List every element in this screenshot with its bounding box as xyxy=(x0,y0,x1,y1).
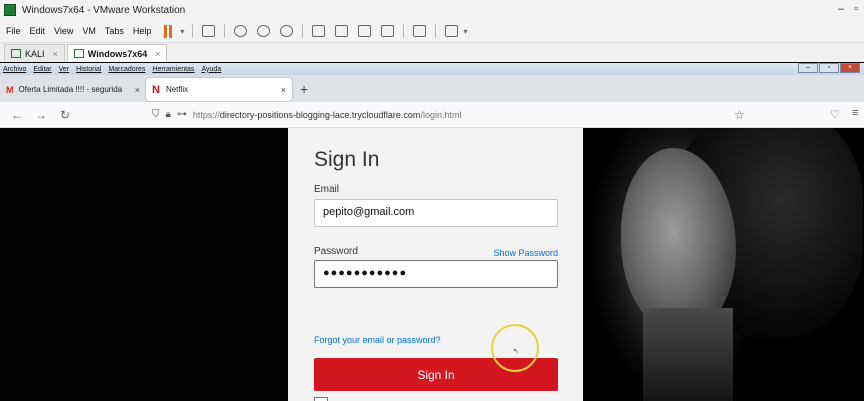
password-label: Password xyxy=(314,246,358,257)
vm-tab-label: KALI xyxy=(25,48,45,59)
vm-icon xyxy=(73,49,84,58)
url-protocol: https:// xyxy=(192,109,220,120)
hero-portrait-image xyxy=(583,128,864,401)
url-path: /login.html xyxy=(420,109,462,120)
browser-tab-strip: M Oferta Limitada !!!! - segurida × N Ne… xyxy=(0,75,864,102)
new-tab-button[interactable]: + xyxy=(300,81,308,97)
email-field[interactable]: pepito@gmail.com xyxy=(314,199,558,227)
stretch-icon[interactable] xyxy=(445,25,459,37)
site-info[interactable]: ⛉ 🔒︎ ⊶ xyxy=(152,109,187,120)
guest-menu-ver[interactable]: Ver xyxy=(59,66,70,73)
menu-tabs[interactable]: Tabs xyxy=(105,26,124,36)
pause-icon[interactable] xyxy=(164,24,174,38)
restore-icon[interactable]: ▫ xyxy=(854,3,858,15)
email-label: Email xyxy=(314,184,340,195)
browser-tab-oferta[interactable]: M Oferta Limitada !!!! - segurida × xyxy=(0,78,146,101)
chevron-down-icon[interactable]: ▾ xyxy=(180,27,184,36)
password-field[interactable]: ●●●●●●●●●●● xyxy=(314,260,558,288)
minimize-icon[interactable]: – xyxy=(838,3,844,15)
page-background xyxy=(0,128,288,401)
guest-menu-marcadores[interactable]: Marcadores xyxy=(108,66,145,73)
vmware-logo-icon xyxy=(4,4,16,16)
close-icon[interactable]: × xyxy=(281,85,286,95)
menu-file[interactable]: File xyxy=(6,26,21,36)
hamburger-menu-icon[interactable]: ≡ xyxy=(852,107,858,119)
hero-neck-shape xyxy=(643,308,733,401)
guest-window-controls: – ▫ × xyxy=(797,63,860,73)
toolbar-separator xyxy=(302,24,304,38)
forgot-password-link[interactable]: Forgot your email or password? xyxy=(314,335,441,345)
snapshot-manager-icon[interactable] xyxy=(280,25,294,37)
netflix-icon: N xyxy=(152,83,160,96)
lock-icon: 🔒︎ xyxy=(165,109,171,120)
menu-view[interactable]: View xyxy=(54,26,73,36)
vm-tab-label: Windows7x64 xyxy=(87,48,148,59)
close-icon[interactable]: × xyxy=(840,63,860,73)
back-icon[interactable]: ← xyxy=(10,108,24,122)
gmail-icon: M xyxy=(6,84,14,95)
guest-menu-editar[interactable]: Editar xyxy=(33,66,51,73)
browser-tab-netflix[interactable]: N Netflix × xyxy=(146,78,292,101)
vm-tab-kali[interactable]: KALI × xyxy=(4,44,65,62)
menu-edit[interactable]: Edit xyxy=(30,26,46,36)
browser-tab-label: Netflix xyxy=(165,85,189,94)
vmware-window-title: Windows7x64 - VMware Workstation xyxy=(22,4,186,16)
vmware-tab-strip: KALI × Windows7x64 × xyxy=(0,42,864,62)
signin-card: Sign In Email pepito@gmail.com Password … xyxy=(288,128,583,401)
unity-icon[interactable] xyxy=(381,25,395,37)
restore-icon[interactable]: ▫ xyxy=(819,63,839,73)
page-viewport: Sign In Email pepito@gmail.com Password … xyxy=(0,128,864,401)
navigation-bar: ← → ↻ ⛉ 🔒︎ ⊶ https://directory-positions… xyxy=(0,102,864,128)
toolbar-separator xyxy=(192,24,194,38)
vmware-menu-bar: File Edit View VM Tabs Help ▾ ▾ xyxy=(0,20,864,42)
revert-snapshot-icon[interactable] xyxy=(257,25,271,37)
mouse-cursor-icon: ↖ xyxy=(513,348,519,355)
bookmark-star-icon[interactable]: ☆ xyxy=(734,108,745,122)
send-keys-icon[interactable] xyxy=(202,25,216,37)
menu-help[interactable]: Help xyxy=(133,26,152,36)
thumbnail-icon[interactable] xyxy=(335,25,349,37)
guest-menu-herramientas[interactable]: Herramientas xyxy=(152,66,194,73)
vmware-title-bar: Windows7x64 - VMware Workstation – ▫ xyxy=(0,0,864,20)
pocket-icon[interactable]: ♡ xyxy=(830,108,840,121)
toolbar-separator xyxy=(224,24,226,38)
close-icon[interactable]: × xyxy=(135,85,140,95)
chevron-down-icon[interactable]: ▾ xyxy=(463,27,467,36)
window-controls: – ▫ xyxy=(838,3,858,15)
library-icon[interactable] xyxy=(312,25,326,37)
guest-menu-ayuda[interactable]: Ayuda xyxy=(201,66,221,73)
minimize-icon[interactable]: – xyxy=(798,63,818,73)
reload-icon[interactable]: ↻ xyxy=(58,108,72,122)
console-icon[interactable] xyxy=(413,25,427,37)
url-host: directory-positions-blogging-lace.tryclo… xyxy=(219,109,421,120)
url-bar[interactable]: https://directory-positions-blogging-lac… xyxy=(193,110,462,120)
close-icon[interactable]: × xyxy=(155,49,160,59)
signin-title: Sign In xyxy=(314,148,380,171)
shield-icon: ⛉ xyxy=(152,109,160,120)
toolbar-separator xyxy=(403,24,405,38)
guest-menu-archivo[interactable]: Archivo xyxy=(3,66,26,73)
browser-tab-label: Oferta Limitada !!!! - segurida xyxy=(18,85,123,94)
fullscreen-icon[interactable] xyxy=(358,25,372,37)
close-icon[interactable]: × xyxy=(53,49,58,59)
guest-menu-historial[interactable]: Historial xyxy=(76,66,101,73)
key-icon: ⊶ xyxy=(176,109,187,120)
guest-menu-bar: Archivo Editar Ver Historial Marcadores … xyxy=(0,63,864,75)
snapshot-icon[interactable] xyxy=(234,25,248,37)
menu-vm[interactable]: VM xyxy=(82,26,96,36)
toolbar-separator xyxy=(435,24,437,38)
vm-tab-windows7x64[interactable]: Windows7x64 × xyxy=(66,44,168,62)
vm-icon xyxy=(11,49,21,58)
forward-icon[interactable]: → xyxy=(34,108,48,122)
remember-me-checkbox[interactable] xyxy=(314,397,328,401)
show-password-link[interactable]: Show Password xyxy=(493,248,558,258)
